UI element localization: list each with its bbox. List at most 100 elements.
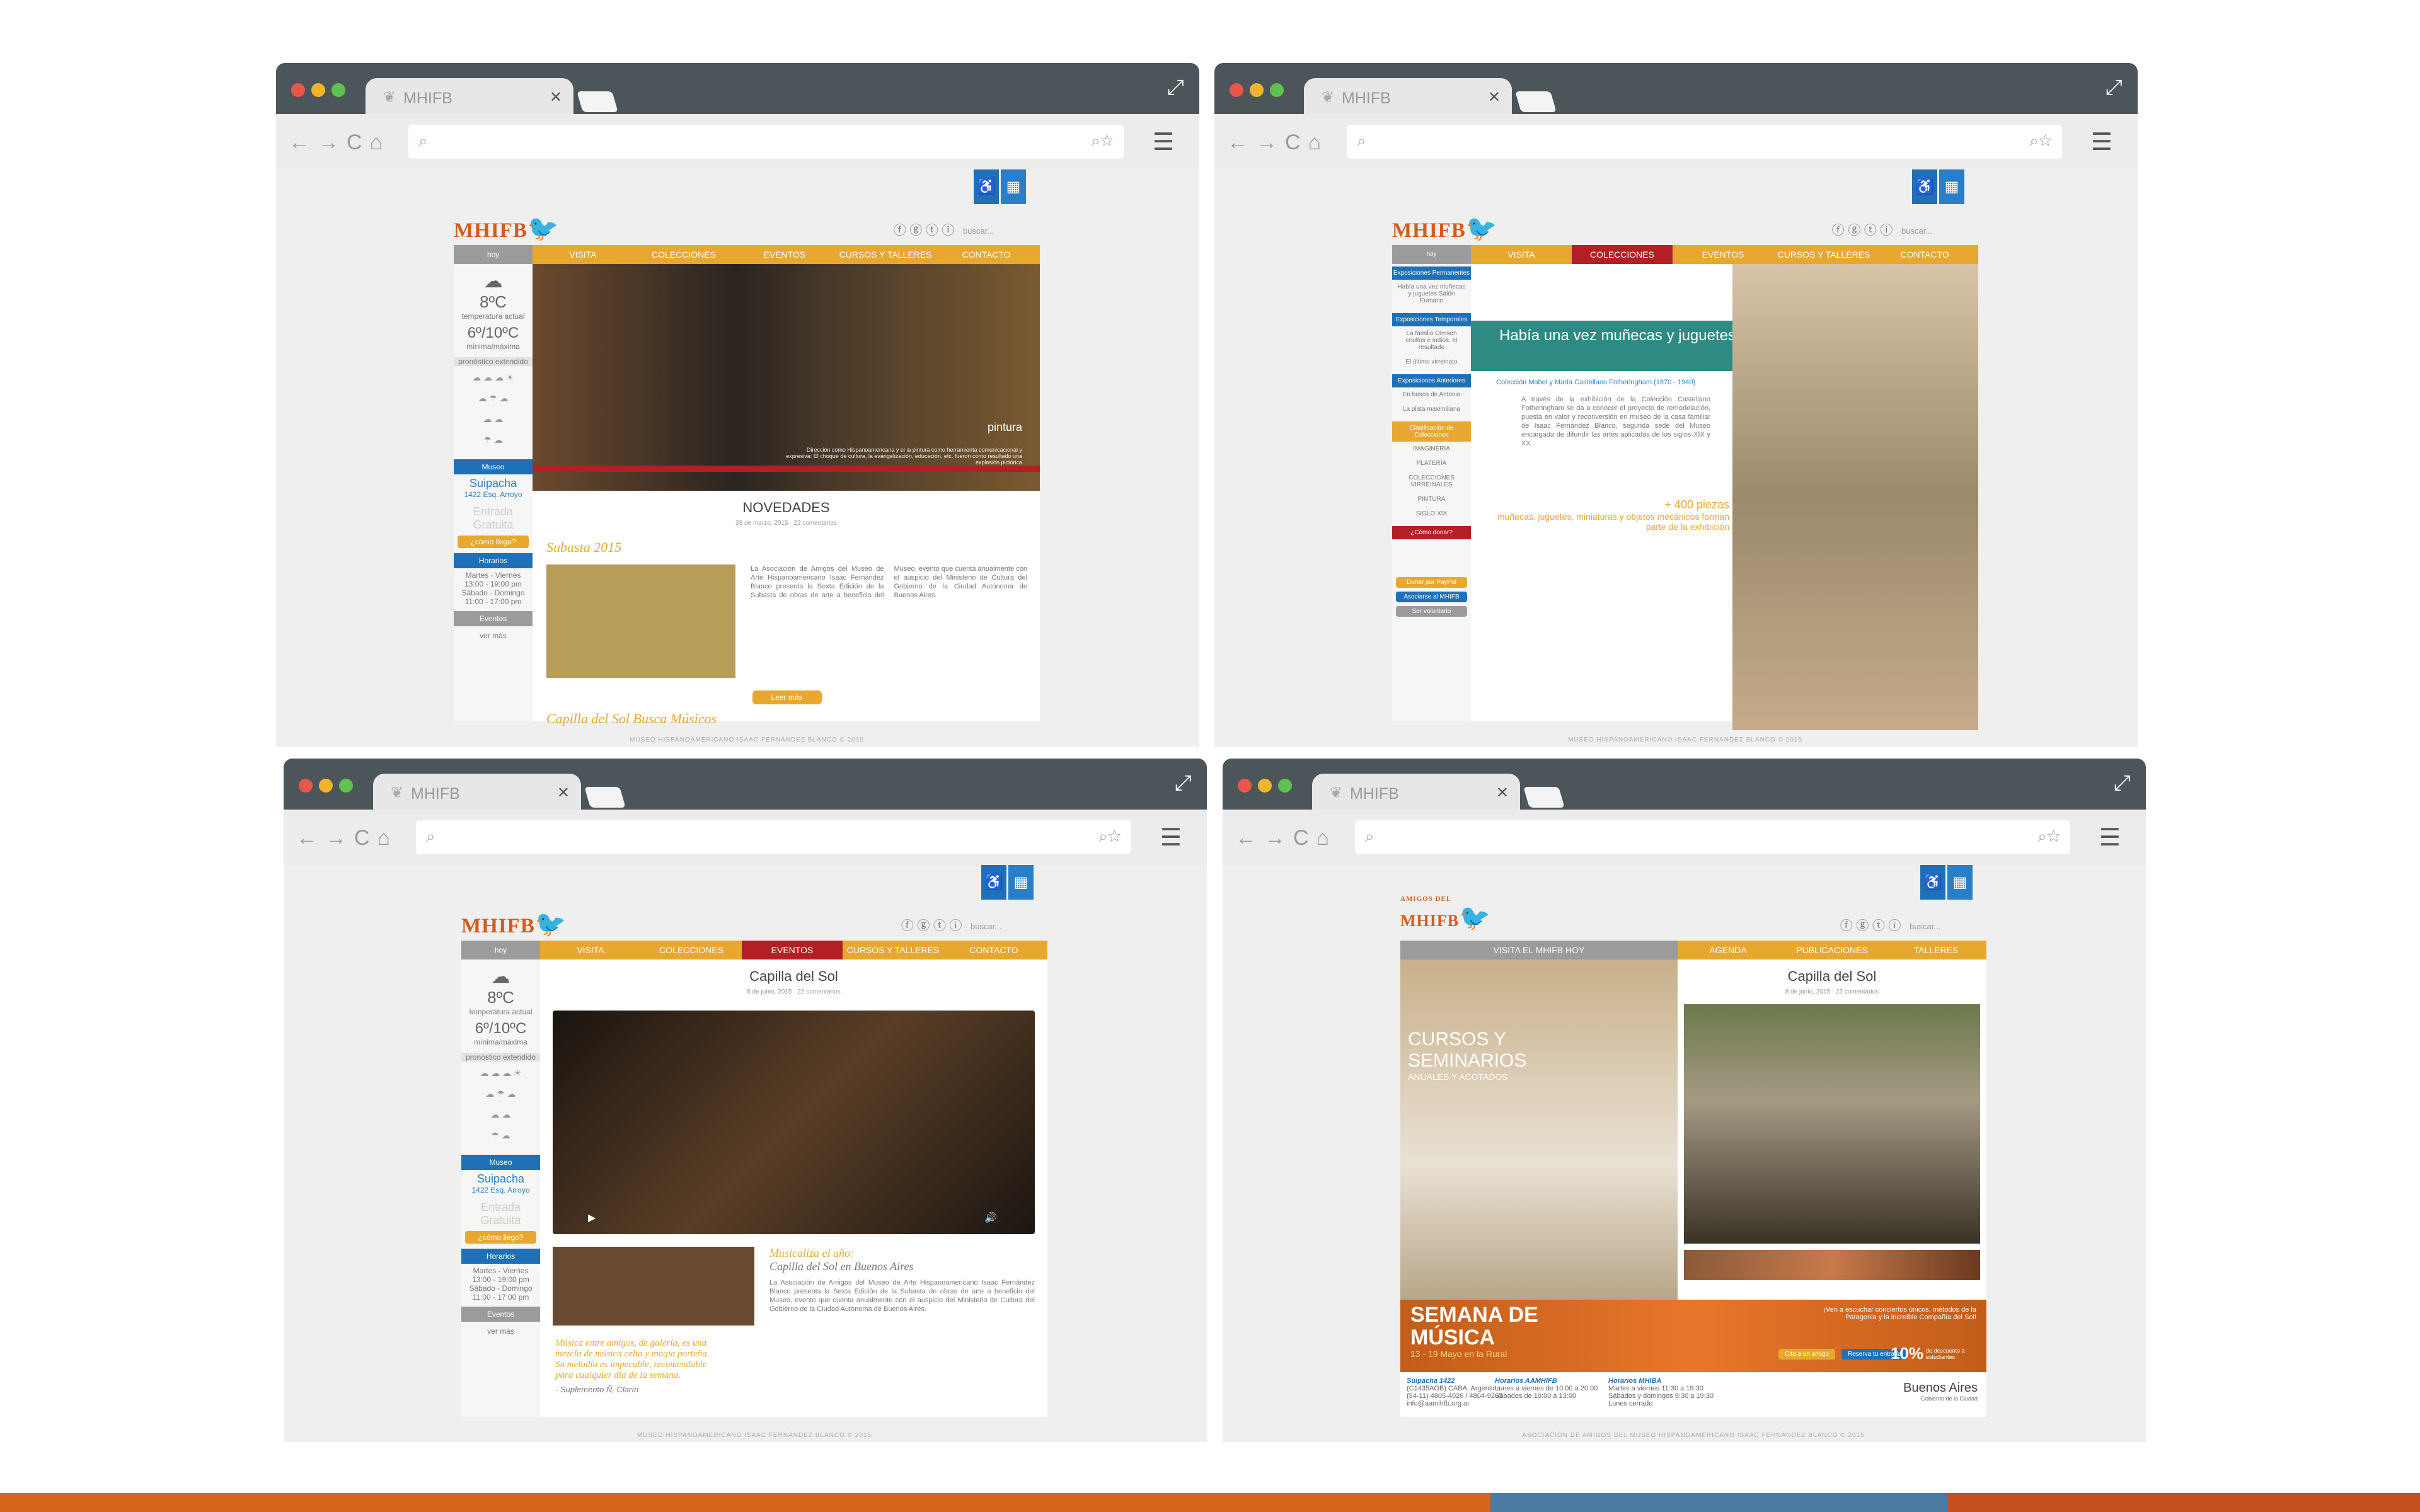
menu-item[interactable]: PLATERÍA <box>1392 456 1471 471</box>
nav-eventos[interactable]: EVENTOS <box>734 245 835 264</box>
address-bar[interactable]: ⌕ ⌕☆ <box>416 820 1131 854</box>
menu-icon[interactable]: ☰ <box>2091 128 2112 156</box>
ver-mas-link[interactable]: ver más <box>454 631 533 640</box>
nav-colecciones[interactable]: COLECCIONES <box>1572 245 1673 264</box>
thumbnail-strip[interactable] <box>1684 1250 1980 1280</box>
menu-item[interactable]: COLECCIONES VIRREINALES <box>1392 471 1471 492</box>
hero-carousel[interactable]: CURSOS Y SEMINARIOS ANUALES Y ACOTADOS <box>1400 959 1678 1300</box>
minimize-window-button[interactable] <box>1258 779 1272 793</box>
fullscreen-icon[interactable]: ⤢ <box>2106 76 2123 100</box>
donar-paypal-button[interactable]: Donar por PayPal <box>1396 577 1467 588</box>
accessibility-icon[interactable]: ♿ <box>1912 169 1937 204</box>
address-bar[interactable]: ⌕ ⌕☆ <box>1347 125 2062 159</box>
accessibility-icon[interactable]: ♿ <box>974 169 999 204</box>
nav-cursos[interactable]: CURSOS Y TALLERES <box>1773 245 1874 264</box>
menu-anteriores[interactable]: Exposiciones Anteriores <box>1392 374 1471 387</box>
footer-1-email[interactable]: info@aamihfb.org.ar <box>1407 1400 1502 1407</box>
maximize-window-button[interactable] <box>1270 83 1284 97</box>
zoom-bookmark-icon[interactable]: ⌕☆ <box>1098 827 1121 847</box>
nav-agenda[interactable]: AGENDA <box>1678 941 1778 959</box>
menu-temporales[interactable]: Exposiciones Temporales <box>1392 313 1471 326</box>
video-player[interactable]: ▶ 🔊 <box>553 1011 1035 1234</box>
flag-icon[interactable]: ▦ <box>1008 865 1034 900</box>
new-tab-button[interactable] <box>577 91 618 112</box>
maximize-window-button[interactable] <box>1278 779 1292 793</box>
address-bar[interactable]: ⌕ ⌕☆ <box>1355 820 2070 854</box>
ba-logo[interactable]: Buenos Aires <box>1903 1381 1978 1395</box>
hero-slider[interactable]: pintura Dirección como Hispanoamericana … <box>533 264 1040 491</box>
nav-contacto[interactable]: CONTACTO <box>1874 245 1975 264</box>
article-image[interactable] <box>546 564 735 678</box>
nav-contacto[interactable]: CONTACTO <box>936 245 1037 264</box>
close-window-button[interactable] <box>1238 779 1252 793</box>
menu-item[interactable]: PINTURA <box>1392 492 1471 507</box>
site-logo[interactable]: MHIFB🐦 <box>454 214 560 243</box>
nav-controls-icon[interactable]: ←→C⌂ <box>296 826 398 850</box>
nav-cursos[interactable]: CURSOS Y TALLERES <box>835 245 936 264</box>
search-input[interactable]: buscar... <box>965 919 1047 934</box>
nav-cursos[interactable]: CURSOS Y TALLERES <box>843 941 943 959</box>
play-icon[interactable]: ▶ <box>588 1211 596 1224</box>
menu-item[interactable]: La plata maximiliana <box>1392 402 1471 416</box>
nav-colecciones[interactable]: COLECCIONES <box>633 245 734 264</box>
menu-como-donar[interactable]: ¿Cómo donar? <box>1392 526 1471 539</box>
semana-banner[interactable]: SEMANA DE MÚSICA 13 - 19 Mayo en la Rura… <box>1400 1300 1986 1372</box>
site-logo[interactable]: AMIGOS DEL MHIFB🐦 <box>1400 895 1491 932</box>
event-image[interactable] <box>553 1247 754 1326</box>
fullscreen-icon[interactable]: ⤢ <box>2114 771 2131 796</box>
browser-tab[interactable]: ❦ MHIFB ✕ <box>1312 774 1520 810</box>
search-input[interactable]: buscar... <box>1896 223 1978 239</box>
zoom-bookmark-icon[interactable]: ⌕☆ <box>2037 827 2060 847</box>
nav-eventos[interactable]: EVENTOS <box>1673 245 1773 264</box>
nav-visita[interactable]: VISITA <box>533 245 633 264</box>
event-video[interactable] <box>1684 1004 1980 1244</box>
maximize-window-button[interactable] <box>339 779 353 793</box>
nav-publicaciones[interactable]: PUBLICACIONES <box>1778 941 1886 959</box>
nav-contacto[interactable]: CONTACTO <box>943 941 1044 959</box>
comments[interactable]: 22 comentarios <box>793 520 836 527</box>
minimize-window-button[interactable] <box>319 779 333 793</box>
menu-icon[interactable]: ☰ <box>1160 823 1182 852</box>
nav-talleres[interactable]: TALLERES <box>1886 941 1986 959</box>
browser-tab[interactable]: ❦ MHIFB ✕ <box>366 78 573 114</box>
volume-icon[interactable]: 🔊 <box>984 1211 997 1224</box>
minimize-window-button[interactable] <box>1250 83 1264 97</box>
close-window-button[interactable] <box>1230 83 1243 97</box>
site-logo[interactable]: MHIFB🐦 <box>461 909 567 939</box>
menu-clasificacion[interactable]: Clasificación de Colecciones <box>1392 421 1471 442</box>
nav-visita[interactable]: VISITA <box>540 941 641 959</box>
como-llego-button[interactable]: ¿cómo llego? <box>465 1231 536 1244</box>
search-input[interactable]: buscar... <box>958 223 1040 239</box>
accessibility-icon[interactable]: ♿ <box>981 865 1006 900</box>
nav-visita-hoy[interactable]: VISITA EL MHIFB HOY <box>1400 941 1678 959</box>
accessibility-icon[interactable]: ♿ <box>1920 865 1945 900</box>
maximize-window-button[interactable] <box>331 83 345 97</box>
article2-title[interactable]: Capilla del Sol Busca Músicos <box>546 711 1027 727</box>
menu-item[interactable]: En busca de Antonia <box>1392 387 1471 402</box>
fullscreen-icon[interactable]: ⤢ <box>1167 76 1184 100</box>
menu-item[interactable]: El último virreinato <box>1392 355 1471 369</box>
como-llego-button[interactable]: ¿cómo llego? <box>458 536 529 548</box>
menu-icon[interactable]: ☰ <box>2099 823 2121 852</box>
flag-icon[interactable]: ▦ <box>1001 169 1026 204</box>
minimize-window-button[interactable] <box>311 83 325 97</box>
zoom-bookmark-icon[interactable]: ⌕☆ <box>1091 131 1114 151</box>
browser-tab[interactable]: ❦ MHIFB ✕ <box>1304 78 1512 114</box>
flag-icon[interactable]: ▦ <box>1939 169 1964 204</box>
new-tab-button[interactable] <box>1515 91 1557 112</box>
nav-controls-icon[interactable]: ←→C⌂ <box>1235 826 1337 850</box>
close-window-button[interactable] <box>299 779 313 793</box>
menu-item[interactable]: La familia Olmsen criollos e indios: el … <box>1392 326 1471 355</box>
site-logo[interactable]: MHIFB🐦 <box>1392 214 1498 243</box>
close-tab-icon[interactable]: ✕ <box>1496 784 1509 802</box>
new-tab-button[interactable] <box>1523 787 1565 808</box>
leer-mas-button[interactable]: Leer más <box>752 690 822 704</box>
article-title[interactable]: Subasta 2015 <box>546 539 1027 556</box>
nav-controls-icon[interactable]: ←→C⌂ <box>1227 130 1328 155</box>
nav-visita[interactable]: VISITA <box>1471 245 1572 264</box>
menu-permanentes[interactable]: Exposiciones Permanentes <box>1392 266 1471 280</box>
close-tab-icon[interactable]: ✕ <box>1488 88 1501 106</box>
menu-item[interactable]: Había una vez muñecas y juguetes Salón E… <box>1392 280 1471 308</box>
asociarse-button[interactable]: Asociarse al MHIFB <box>1396 592 1467 602</box>
menu-item[interactable]: IMAGINERÍA <box>1392 442 1471 456</box>
